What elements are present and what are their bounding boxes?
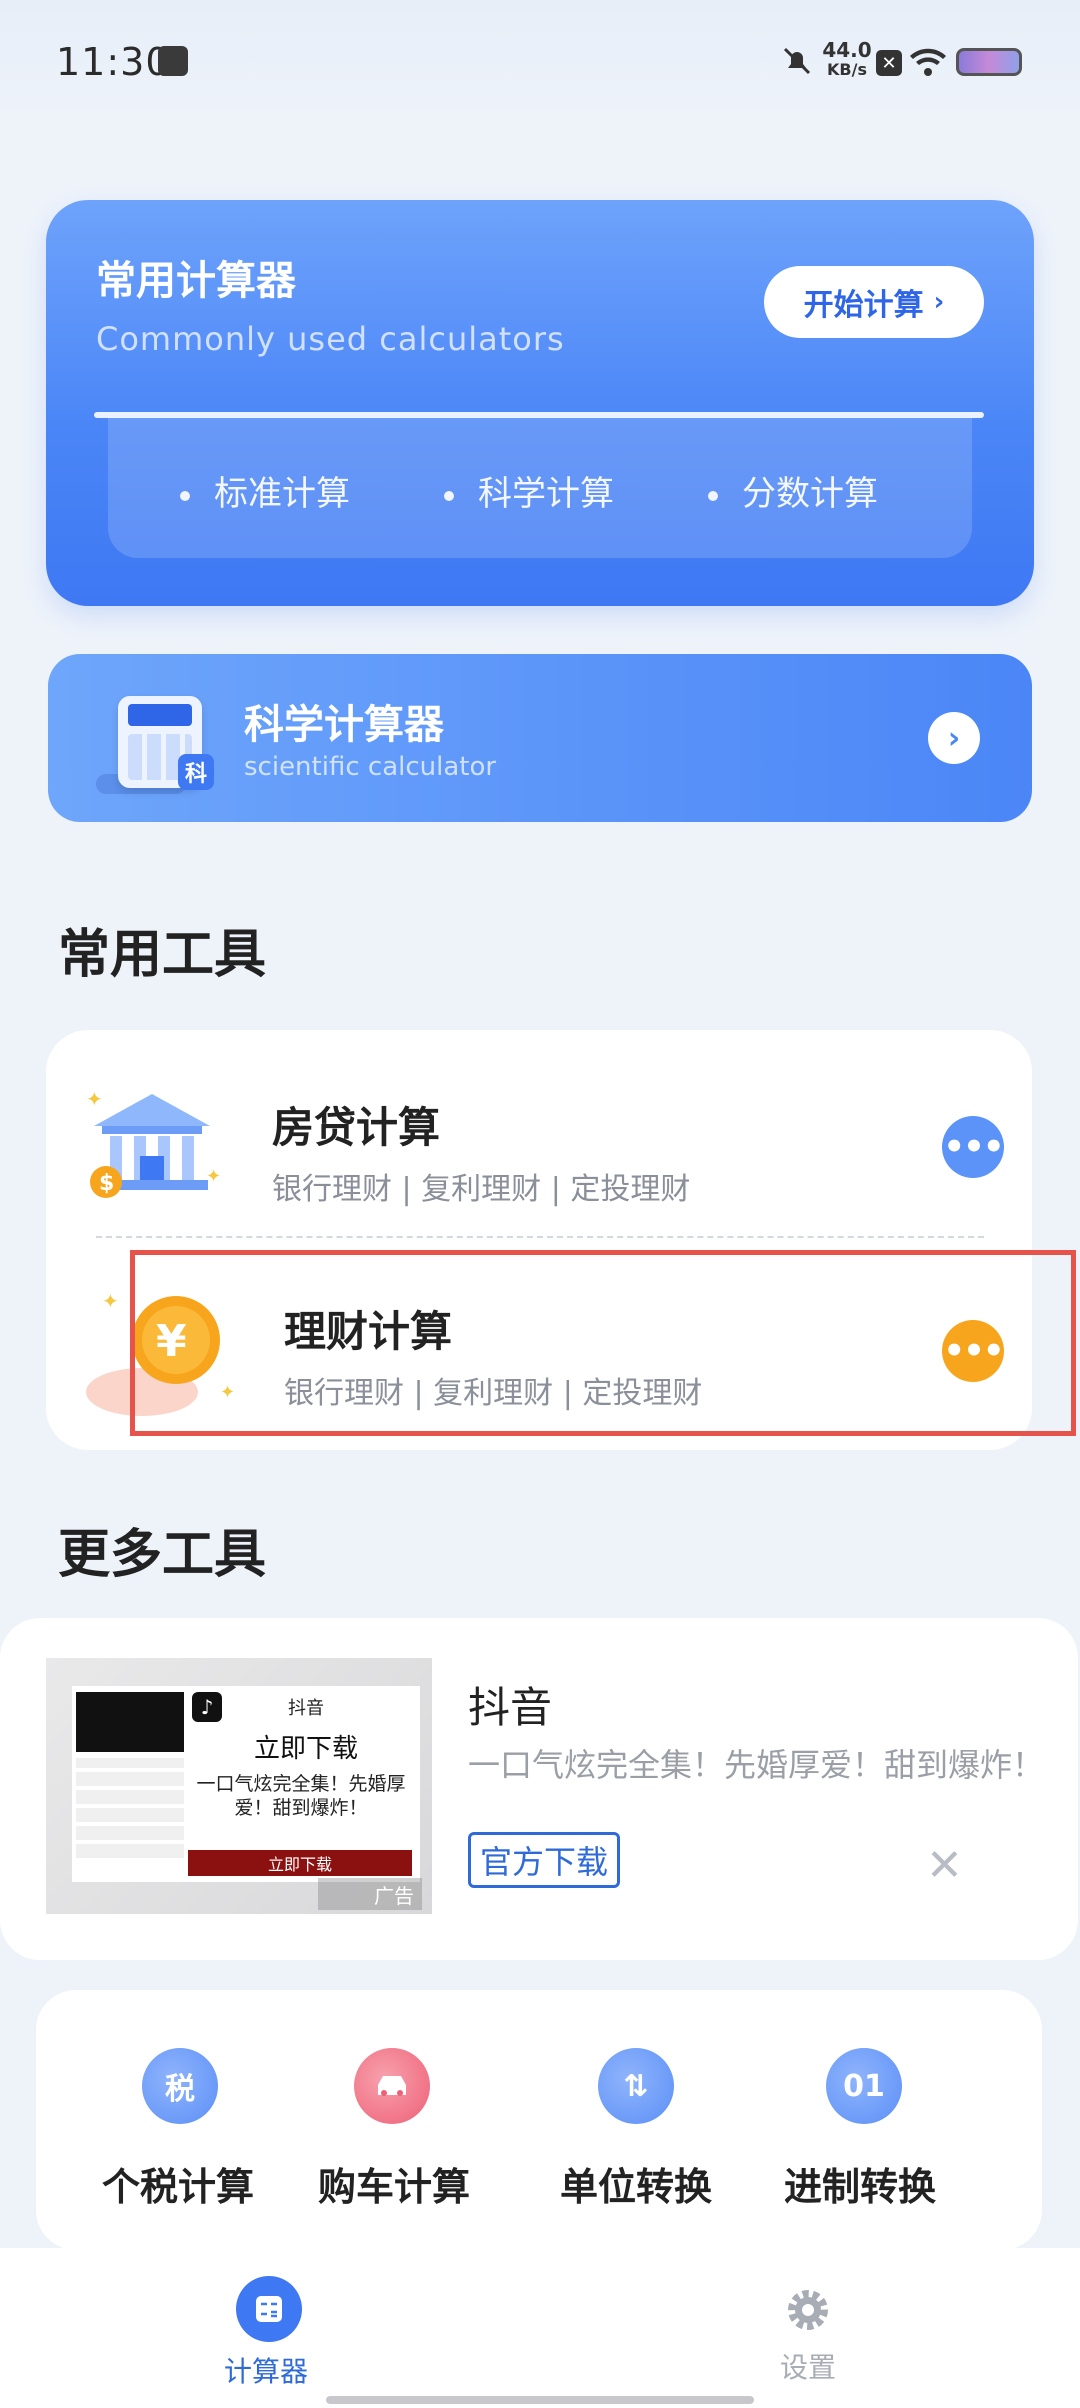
scientific-calculator-title: 科学计算器 <box>244 702 444 748</box>
base-convert-label[interactable]: 进制转换 <box>784 2156 936 2211</box>
base-convert-icon[interactable]: 01 <box>826 2048 902 2124</box>
bank-icon: ✦ ✦ $ <box>86 1087 221 1198</box>
selection-highlight <box>130 1250 1076 1436</box>
svg-text:✦: ✦ <box>206 1166 221 1187</box>
ad-keypad-image <box>76 1758 184 1858</box>
tax-calc-label[interactable]: 个税计算 <box>102 2156 254 2211</box>
start-calculation-label: 开始计算 <box>803 288 924 323</box>
unit-convert-icon[interactable]: ⇅ <box>598 2048 674 2124</box>
chevron-right-icon[interactable]: › <box>928 712 980 764</box>
ad-description: 一口气炫完全集！先婚厚爱！甜到爆炸！ <box>468 1746 1045 1784</box>
science-badge: 科 <box>178 754 214 790</box>
ad-phone-image <box>76 1692 184 1752</box>
tax-icon[interactable]: 税 <box>142 2048 218 2124</box>
svg-text:$: $ <box>99 1171 114 1196</box>
ad-tag: 广告 <box>318 1878 422 1910</box>
mute-icon <box>783 47 811 75</box>
scientific-calculator-subtitle: scientific calculator <box>244 752 497 782</box>
start-calculation-button[interactable]: 开始计算 › <box>764 266 984 338</box>
ad-image-text: 一口气炫完全集！先婚厚爱！甜到爆炸！ <box>196 1773 406 1819</box>
standard-calc-item[interactable]: 标准计算 <box>180 466 350 515</box>
net-speed: 44.0 KB/s <box>818 40 876 80</box>
svg-text:✦: ✦ <box>102 1289 119 1313</box>
tools-divider <box>96 1236 984 1238</box>
nav-calculator-label[interactable]: 计算器 <box>224 2350 308 2390</box>
net-speed-value: 44.0 <box>822 38 872 62</box>
ad-app-title: 抖音 <box>468 1683 553 1732</box>
common-calculator-title: 常用计算器 <box>96 258 296 304</box>
scientific-calc-item[interactable]: 科学计算 <box>444 466 614 515</box>
ad-image-headline: 立即下载 <box>254 1734 359 1764</box>
battery-icon <box>956 48 1022 76</box>
more-tools-title: 更多工具 <box>58 1525 267 1585</box>
more-options-icon[interactable]: ••• <box>942 1116 1005 1178</box>
mortgage-calc-title[interactable]: 房贷计算 <box>272 1094 440 1155</box>
ad-image-app-name: 抖音 <box>288 1698 324 1719</box>
nav-settings-label[interactable]: 设置 <box>780 2346 836 2386</box>
ad-image-button: 立即下载 <box>188 1850 412 1876</box>
close-icon[interactable]: ✕ <box>926 1840 963 1891</box>
notification-icon <box>158 46 188 76</box>
mortgage-calc-subtitle: 银行理财 | 复利理财 | 定投理财 <box>272 1172 691 1207</box>
svg-text:✦: ✦ <box>86 1087 103 1111</box>
fraction-calc-item[interactable]: 分数计算 <box>708 466 878 515</box>
unit-convert-label[interactable]: 单位转换 <box>560 2156 712 2211</box>
calculator-screen <box>128 704 192 726</box>
gear-icon[interactable] <box>782 2284 834 2336</box>
douyin-logo-icon: ♪ <box>192 1692 222 1722</box>
wifi-icon <box>910 48 946 76</box>
common-tools-title: 常用工具 <box>58 925 267 985</box>
car-icon[interactable] <box>354 2048 430 2124</box>
calculator-nav-icon[interactable] <box>236 2276 302 2342</box>
common-calculator-subtitle: Commonly used calculators <box>96 320 565 358</box>
official-download-button[interactable]: 官方下载 <box>468 1832 620 1888</box>
chevron-right-icon: › <box>933 287 945 317</box>
net-speed-unit: KB/s <box>827 60 867 79</box>
status-time: 11:30 <box>56 40 171 84</box>
close-box-icon: ✕ <box>876 50 902 76</box>
home-indicator <box>326 2396 754 2404</box>
car-calc-label[interactable]: 购车计算 <box>318 2156 470 2211</box>
bottom-nav <box>0 2248 1080 2408</box>
